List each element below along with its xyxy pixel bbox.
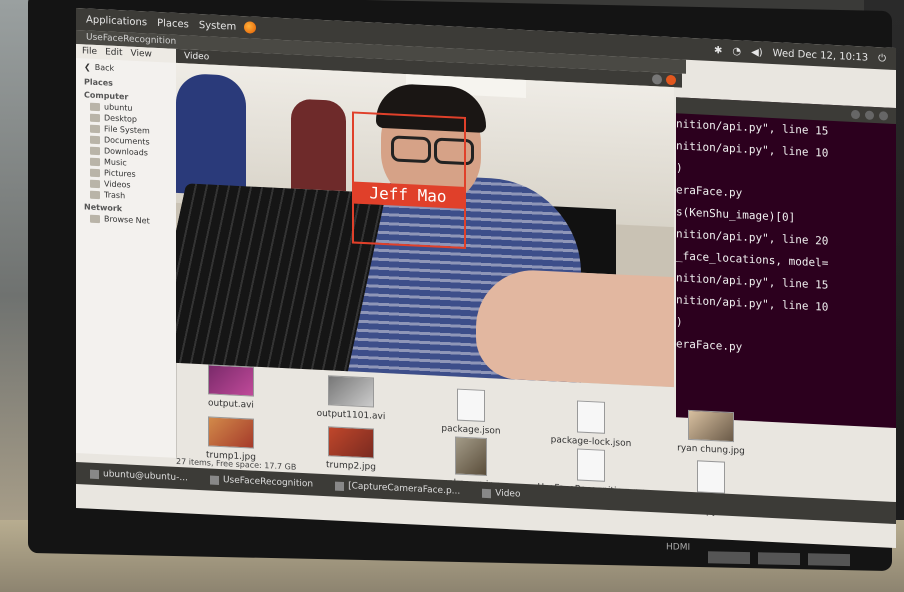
- taskbar-item-editor[interactable]: [CaptureCameraFace.p...: [335, 481, 460, 497]
- thumbnail-icon: [328, 426, 374, 459]
- file-item[interactable]: output.avi: [176, 363, 286, 412]
- hdmi-label: HDMI: [666, 542, 691, 553]
- logo-sticker: [708, 551, 750, 565]
- menu-view[interactable]: View: [131, 47, 152, 62]
- sidebar-item-label: Downloads: [104, 146, 148, 158]
- desktop-icon: [90, 113, 100, 122]
- drive-icon: [90, 124, 100, 133]
- minimize-icon[interactable]: [851, 109, 860, 120]
- thumbnail-icon: [328, 375, 374, 408]
- file-name: ryan chung.jpg: [677, 443, 745, 457]
- sidebar-item-trash[interactable]: Trash: [90, 190, 176, 203]
- background-person: [176, 72, 246, 197]
- network-icon: [90, 214, 100, 223]
- file-item[interactable]: output1101.avi: [296, 374, 406, 423]
- folder-icon: [90, 146, 100, 155]
- video-window-title: Video: [184, 51, 210, 63]
- thumbnail-icon: [688, 409, 734, 443]
- file-name: output1101.avi: [316, 408, 386, 423]
- document-icon: [697, 460, 725, 494]
- terminal-icon: [90, 469, 99, 479]
- maximize-icon[interactable]: [865, 110, 874, 120]
- sidebar-item-label: Music: [104, 157, 127, 168]
- pictures-icon: [90, 168, 100, 177]
- taskbar-label: UseFaceRecognition: [222, 475, 314, 490]
- power-icon[interactable]: ⏻: [878, 53, 886, 64]
- document-icon: [577, 448, 605, 482]
- firefox-icon[interactable]: [244, 21, 257, 34]
- system-menu[interactable]: System: [199, 19, 236, 32]
- taskbar-label: ubuntu@ubuntu-...: [103, 469, 188, 484]
- minimize-icon[interactable]: [652, 74, 662, 85]
- file-name: output.avi: [208, 398, 254, 411]
- places-menu[interactable]: Places: [157, 17, 189, 30]
- sidebar-item-label: File System: [104, 124, 150, 136]
- face-detection-box: [352, 111, 466, 250]
- menu-file[interactable]: File: [82, 44, 97, 59]
- taskbar-item-video[interactable]: Video: [482, 488, 520, 500]
- video-frame: Jeff Mao: [176, 62, 674, 388]
- menu-edit[interactable]: Edit: [105, 45, 122, 60]
- sidebar-item-label: Documents: [104, 135, 150, 147]
- back-label: Back: [94, 62, 115, 73]
- file-item[interactable]: package-lock.json: [536, 398, 646, 449]
- background-person: [291, 98, 346, 192]
- close-icon[interactable]: [879, 111, 888, 121]
- thumbnail-icon: [208, 416, 254, 449]
- folder-icon: [90, 135, 100, 144]
- document-icon: [577, 400, 605, 434]
- terminal-output: nition/api.py", line 15 nition/api.py", l…: [676, 113, 896, 366]
- screen: Applications Places System ✱ ◔ ◀) Wed De…: [76, 7, 896, 549]
- sidebar-item-label: Trash: [104, 190, 126, 201]
- bluetooth-icon[interactable]: ✱: [714, 45, 722, 56]
- sidebar-item-label: Desktop: [104, 113, 137, 124]
- taskbar-item-filemanager[interactable]: UseFaceRecognition: [209, 475, 314, 490]
- file-manager-sidebar: ❮ Back Places Computer ubuntu Desktop Fi…: [76, 57, 177, 458]
- taskbar-item-terminal[interactable]: ubuntu@ubuntu-...: [90, 469, 188, 484]
- subject-arm: [476, 267, 674, 388]
- folder-icon: [209, 475, 219, 485]
- thumbnail-icon: [455, 436, 487, 477]
- text-editor-icon: [335, 481, 345, 491]
- monitor-bezel: Applications Places System ✱ ◔ ◀) Wed De…: [28, 0, 896, 572]
- logo-sticker: [758, 552, 800, 566]
- sidebar-item-label: Pictures: [104, 168, 136, 179]
- videos-icon: [90, 179, 100, 188]
- volume-icon[interactable]: ◀): [751, 46, 763, 58]
- chevron-left-icon: ❮: [84, 62, 91, 72]
- document-icon: [457, 388, 485, 422]
- sidebar-item-label: Videos: [104, 179, 131, 190]
- music-icon: [90, 157, 100, 166]
- sidebar-item-browse-net[interactable]: Browse Net: [90, 214, 176, 227]
- close-icon[interactable]: [666, 74, 676, 86]
- file-item[interactable]: package.json: [416, 387, 526, 438]
- taskbar-label: Video: [495, 488, 521, 500]
- sidebar-item-label: ubuntu: [104, 102, 133, 113]
- sidebar-item-label: Browse Net: [104, 214, 150, 226]
- file-item[interactable]: ryan chung.jpg: [656, 408, 766, 457]
- applications-menu[interactable]: Applications: [86, 14, 147, 28]
- trash-icon: [90, 190, 100, 199]
- back-button[interactable]: ❮ Back: [84, 62, 176, 75]
- places-label: Places: [84, 77, 113, 88]
- thumbnail-icon: [208, 364, 254, 397]
- clock[interactable]: Wed Dec 12, 10:13: [773, 48, 868, 64]
- wifi-icon[interactable]: ◔: [732, 46, 741, 57]
- taskbar-label: [CaptureCameraFace.p...: [348, 481, 461, 497]
- terminal-window[interactable]: nition/api.py", line 15 nition/api.py", l…: [676, 97, 896, 429]
- video-icon: [482, 488, 492, 498]
- bezel-logos: [708, 551, 888, 569]
- home-icon: [90, 102, 100, 111]
- logo-sticker: [808, 553, 850, 567]
